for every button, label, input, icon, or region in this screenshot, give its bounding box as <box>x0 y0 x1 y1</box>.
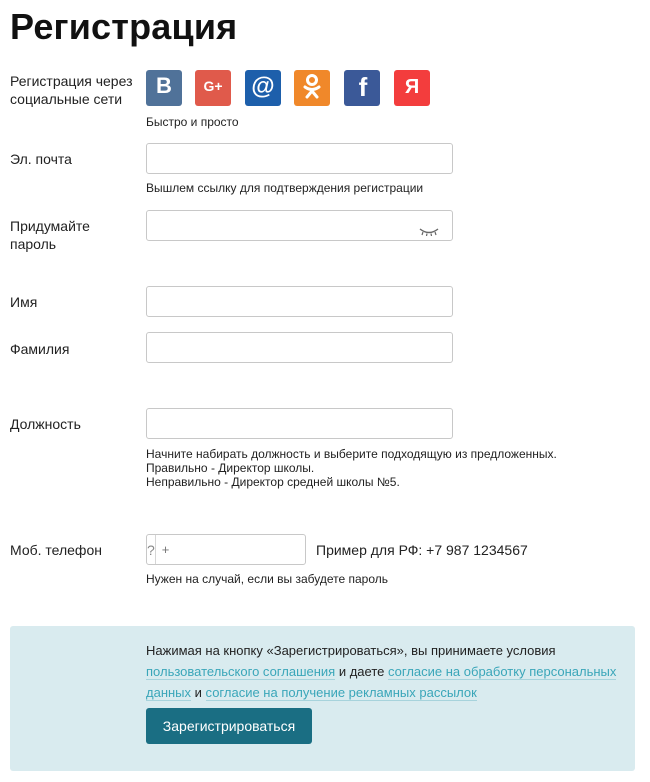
consent-text-and: и <box>194 685 202 700</box>
yandex-button[interactable]: Я <box>394 70 430 106</box>
page-title: Регистрация <box>10 6 238 47</box>
last-name-label: Фамилия <box>10 341 70 357</box>
email-field[interactable] <box>146 143 453 174</box>
register-button[interactable]: Зарегистрироваться <box>146 708 312 744</box>
social-hint: Быстро и просто <box>146 115 239 129</box>
svg-text:G+: G+ <box>203 78 222 94</box>
mail-ru-icon: @ <box>249 72 277 105</box>
facebook-icon: f <box>350 72 374 105</box>
email-label: Эл. почта <box>10 151 72 167</box>
position-label: Должность <box>10 416 81 432</box>
show-password-icon[interactable] <box>419 223 439 237</box>
user-agreement-link[interactable]: пользовательского соглашения <box>146 664 336 680</box>
phone-label: Моб. телефон <box>10 542 102 558</box>
first-name-field[interactable] <box>146 286 453 317</box>
position-hint-2: Правильно - Директор школы. <box>146 461 315 475</box>
mail-ru-button[interactable]: @ <box>245 70 281 106</box>
google-plus-button[interactable]: G+ <box>195 70 231 106</box>
consent-text-start: Нажимая на кнопку «Зарегистрироваться», … <box>146 643 556 658</box>
ads-consent-link[interactable]: согласие на получение рекламных рассылок <box>205 685 477 701</box>
social-label: Регистрация через социальные сети <box>10 73 133 107</box>
country-code-selector[interactable]: ? <box>147 535 156 564</box>
odnoklassniki-button[interactable] <box>294 70 330 106</box>
phone-input-group: ? <box>146 534 344 565</box>
odnoklassniki-icon <box>301 73 323 104</box>
svg-text:B: B <box>156 74 172 98</box>
google-plus-icon: G+ <box>199 74 227 103</box>
vkontakte-icon: B <box>152 73 176 103</box>
consent-text: Нажимая на кнопку «Зарегистрироваться», … <box>146 640 626 703</box>
password-field[interactable] <box>146 210 453 241</box>
first-name-label: Имя <box>10 294 38 310</box>
vkontakte-button[interactable]: B <box>146 70 182 106</box>
svg-text:Я: Я <box>405 76 419 98</box>
phone-example: Пример для РФ: +7 987 1234567 <box>316 542 528 558</box>
yandex-icon: Я <box>400 73 424 104</box>
facebook-button[interactable]: f <box>344 70 380 106</box>
consent-text-and-give: и даете <box>338 664 385 679</box>
position-field[interactable] <box>146 408 453 439</box>
consent-panel: Нажимая на кнопку «Зарегистрироваться», … <box>10 626 635 771</box>
position-hint-1: Начните набирать должность и выберите по… <box>146 447 557 461</box>
password-label: Придумайте пароль <box>10 218 90 252</box>
email-hint: Вышлем ссылку для подтверждения регистра… <box>146 181 424 195</box>
last-name-field[interactable] <box>146 332 453 363</box>
phone-hint: Нужен на случай, если вы забудете пароль <box>146 572 388 586</box>
svg-text:f: f <box>359 72 368 100</box>
svg-text:@: @ <box>251 73 274 100</box>
position-hint-3: Неправильно - Директор средней школы №5. <box>146 475 400 489</box>
